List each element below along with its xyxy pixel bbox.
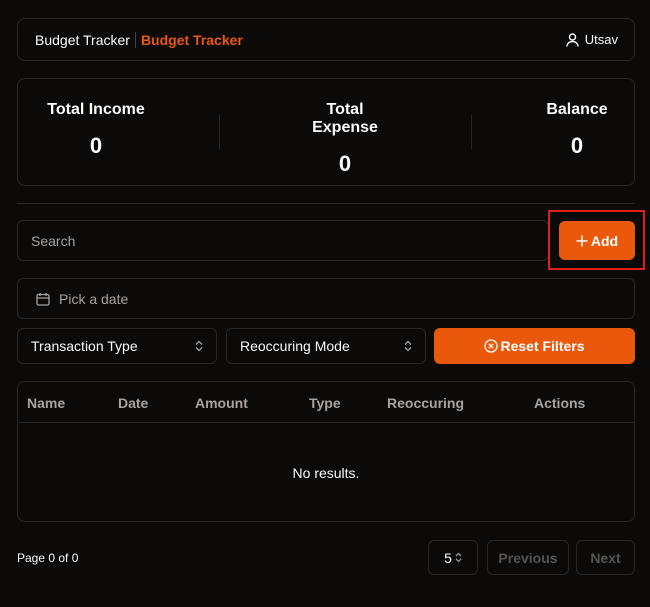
page-size-select[interactable]: 5 xyxy=(428,540,478,575)
summary-card: Total Income 0 Total Expense 0 Balance 0 xyxy=(17,78,635,186)
top-header: Budget Tracker Budget Tracker Utsav xyxy=(17,18,635,61)
chevron-up-down-icon xyxy=(195,340,203,352)
total-expense-value: 0 xyxy=(338,151,352,176)
add-button[interactable]: Add xyxy=(559,221,635,260)
balance-value: 0 xyxy=(570,133,584,158)
username: Utsav xyxy=(584,32,618,47)
total-income-label: Total Income xyxy=(47,101,145,118)
reoccuring-mode-select[interactable]: Reoccuring Mode xyxy=(226,328,426,364)
column-header-reoccuring[interactable]: Reoccuring xyxy=(387,395,464,411)
search-input[interactable] xyxy=(17,220,549,261)
table-header: Name Date Amount Type Reoccuring Actions xyxy=(18,382,634,423)
calendar-icon xyxy=(36,292,50,306)
date-picker-placeholder: Pick a date xyxy=(59,290,129,307)
plus-icon xyxy=(576,235,588,246)
next-button[interactable]: Next xyxy=(576,540,635,575)
circle-x-icon xyxy=(484,339,499,353)
divider xyxy=(219,115,220,149)
column-header-date[interactable]: Date xyxy=(118,395,148,411)
chevron-up-down-icon xyxy=(404,340,412,352)
column-header-actions: Actions xyxy=(534,395,586,411)
empty-state: No results. xyxy=(292,465,360,481)
user-icon xyxy=(566,32,579,47)
user-menu[interactable]: Utsav xyxy=(566,32,618,47)
app-name: Budget Tracker xyxy=(35,32,130,48)
previous-button[interactable]: Previous xyxy=(487,540,569,575)
brand: Budget Tracker Budget Tracker xyxy=(35,32,243,48)
total-income: Total Income 0 xyxy=(46,101,146,159)
total-expense: Total Expense 0 xyxy=(293,101,397,177)
column-header-amount[interactable]: Amount xyxy=(195,395,248,411)
column-header-name[interactable]: Name xyxy=(27,395,65,411)
section-divider xyxy=(17,203,635,204)
balance: Balance 0 xyxy=(545,101,609,159)
brand-separator xyxy=(134,32,136,48)
app-name-accent: Budget Tracker xyxy=(140,32,243,48)
chevron-up-down-icon xyxy=(455,552,462,563)
balance-label: Balance xyxy=(546,101,608,118)
reoccuring-mode-label: Reoccuring Mode xyxy=(240,338,350,354)
total-income-value: 0 xyxy=(89,133,103,158)
transaction-type-select[interactable]: Transaction Type xyxy=(17,328,217,364)
reset-filters-button[interactable]: Reset Filters xyxy=(434,328,635,364)
date-picker[interactable]: Pick a date xyxy=(17,278,635,319)
reset-filters-label: Reset Filters xyxy=(500,338,585,354)
page-size-value: 5 xyxy=(444,549,452,566)
column-header-type[interactable]: Type xyxy=(309,395,341,411)
total-expense-label: Total Expense xyxy=(312,101,378,136)
add-button-label: Add xyxy=(590,232,619,249)
divider xyxy=(471,115,472,149)
transaction-type-label: Transaction Type xyxy=(31,338,138,354)
page-info: Page 0 of 0 xyxy=(17,551,79,565)
transactions-table: Name Date Amount Type Reoccuring Actions… xyxy=(17,381,635,522)
